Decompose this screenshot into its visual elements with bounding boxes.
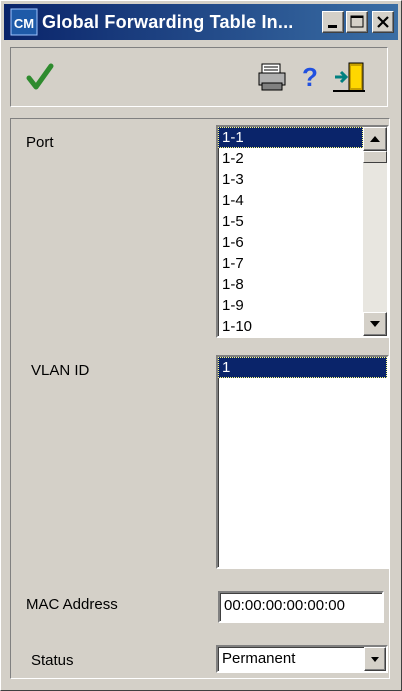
port-label: Port (26, 134, 54, 151)
vlan-list: 1 (218, 357, 387, 378)
minimize-button[interactable] (322, 11, 344, 33)
port-list-item[interactable]: 1-4 (218, 190, 363, 211)
help-icon[interactable]: ? (291, 58, 329, 96)
port-list-item[interactable]: 1-5 (218, 211, 363, 232)
port-list-item[interactable]: 1-10 (218, 316, 363, 336)
mac-label: MAC Address (26, 596, 118, 613)
status-label: Status (31, 652, 74, 669)
scroll-up-button[interactable] (363, 127, 387, 151)
port-list-item[interactable]: 1-1 (218, 127, 363, 148)
app-icon: CM (10, 8, 38, 36)
toolbar: ? (10, 47, 388, 107)
scroll-down-button[interactable] (363, 312, 387, 336)
port-list-item[interactable]: 1-6 (218, 232, 363, 253)
vlan-label: VLAN ID (31, 362, 90, 379)
port-list-item[interactable]: 1-3 (218, 169, 363, 190)
svg-text:CM: CM (14, 16, 34, 31)
scroll-thumb[interactable] (363, 151, 387, 163)
port-list: 1-1 1-2 1-3 1-4 1-5 1-6 1-7 1-8 1-9 1-10 (218, 127, 363, 336)
title-bar[interactable]: CM Global Forwarding Table In... (4, 4, 398, 40)
port-list-item[interactable]: 1-8 (218, 274, 363, 295)
chevron-down-icon[interactable] (364, 647, 386, 671)
maximize-button[interactable] (346, 11, 368, 33)
svg-text:?: ? (302, 62, 318, 92)
port-scrollbar[interactable] (363, 127, 387, 336)
status-value: Permanent (222, 650, 296, 667)
port-list-item[interactable]: 1-7 (218, 253, 363, 274)
dialog-window: CM Global Forwarding Table In... ? Port … (0, 0, 402, 691)
mac-address-value: 00:00:00:00:00:00 (224, 597, 345, 614)
vlan-list-item[interactable]: 1 (218, 357, 387, 378)
port-list-item[interactable]: 1-2 (218, 148, 363, 169)
status-dropdown[interactable]: Permanent (216, 645, 388, 673)
exit-door-icon[interactable] (331, 58, 369, 96)
port-listbox[interactable]: 1-1 1-2 1-3 1-4 1-5 1-6 1-7 1-8 1-9 1-10 (216, 125, 389, 338)
close-button[interactable] (372, 11, 394, 33)
port-list-item[interactable]: 1-9 (218, 295, 363, 316)
checkmark-icon[interactable] (21, 58, 59, 96)
printer-icon[interactable] (253, 58, 291, 96)
window-title: Global Forwarding Table In... (42, 12, 294, 32)
vlan-listbox[interactable]: 1 (216, 355, 389, 569)
form-panel: Port 1-1 1-2 1-3 1-4 1-5 1-6 1-7 1-8 1-9 1-10 VLA… (10, 118, 390, 679)
mac-address-field[interactable]: 00:00:00:00:00:00 (218, 591, 384, 623)
